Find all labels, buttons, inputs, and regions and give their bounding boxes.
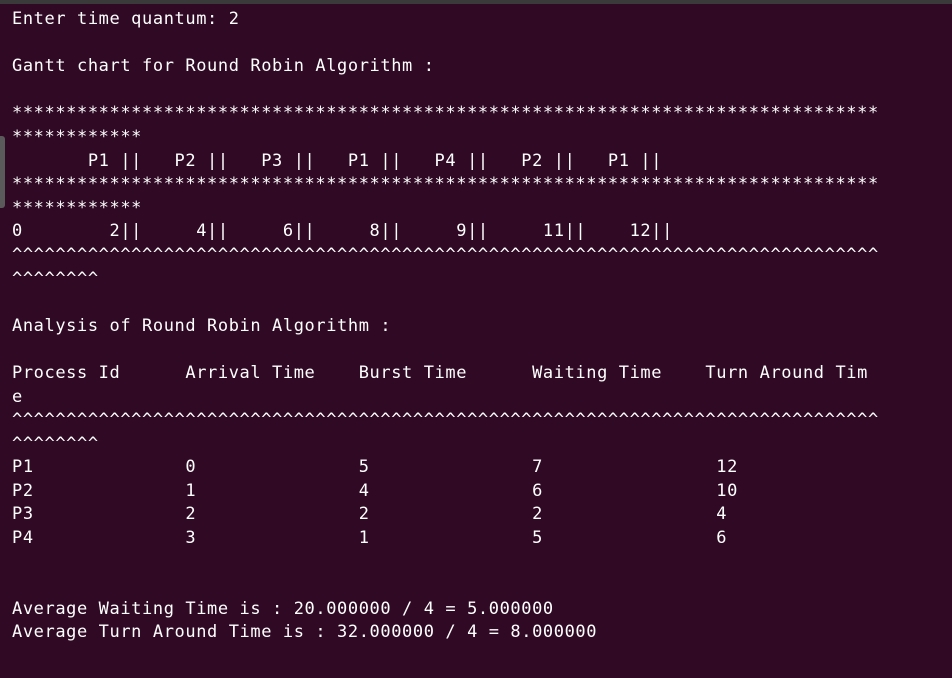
gantt-time-row: 0 2|| 4|| 6|| 8|| 9|| 11|| 12|| (12, 221, 673, 242)
table-header-wrap: e (12, 386, 23, 407)
caret-separator-wrap: ^^^^^^^^ (12, 433, 99, 454)
terminal-output: Enter time quantum: 2 Gantt chart for Ro… (12, 8, 952, 645)
caret-separator: ^^^^^^^^^^^^^^^^^^^^^^^^^^^^^^^^^^^^^^^^… (12, 410, 879, 431)
average-waiting-time: Average Waiting Time is : 20.000000 / 4 … (12, 598, 554, 619)
caret-separator-wrap: ^^^^^^^^ (12, 268, 99, 289)
caret-separator: ^^^^^^^^^^^^^^^^^^^^^^^^^^^^^^^^^^^^^^^^… (12, 244, 879, 265)
terminal-window[interactable]: Enter time quantum: 2 Gantt chart for Ro… (0, 0, 952, 678)
gantt-bottom-border-wrap: ************ (12, 197, 143, 218)
table-row: P4 3 1 5 6 (12, 528, 728, 549)
table-row: P2 1 4 6 10 (12, 480, 738, 501)
gantt-bottom-border: ****************************************… (12, 174, 879, 195)
scrollbar-thumb[interactable] (0, 136, 5, 208)
gantt-process-row: P1 || P2 || P3 || P1 || P4 || P2 || P1 |… (12, 150, 663, 171)
gantt-heading: Gantt chart for Round Robin Algorithm : (12, 56, 435, 77)
window-top-edge (0, 0, 952, 4)
gantt-top-border-wrap: ************ (12, 126, 143, 147)
average-turnaround-time: Average Turn Around Time is : 32.000000 … (12, 622, 598, 643)
quantum-prompt-line: Enter time quantum: 2 (12, 9, 240, 29)
table-row: P3 2 2 2 4 (12, 504, 728, 525)
analysis-heading: Analysis of Round Robin Algorithm : (12, 315, 392, 336)
gantt-top-border: ****************************************… (12, 103, 879, 124)
table-row: P1 0 5 7 12 (12, 457, 738, 478)
table-header: Process Id Arrival Time Burst Time Waiti… (12, 362, 868, 383)
